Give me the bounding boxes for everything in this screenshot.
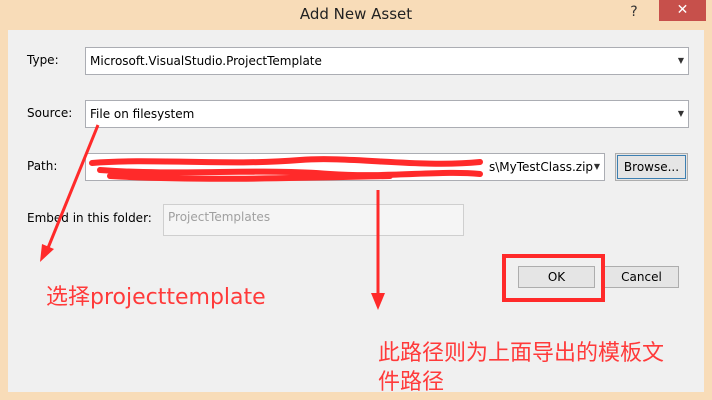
redaction-scribble xyxy=(89,156,483,182)
arrow-shaft-1 xyxy=(46,124,100,249)
annotation-note-1: 选择projecttemplate xyxy=(46,285,266,310)
arrow-head-2 xyxy=(371,293,385,310)
annotation-note-2-line-1: 此路径则为上面导出的模板文 xyxy=(378,341,665,366)
arrow-head-1 xyxy=(40,244,54,262)
annotation-note-2-line-2: 件路径 xyxy=(378,370,445,395)
